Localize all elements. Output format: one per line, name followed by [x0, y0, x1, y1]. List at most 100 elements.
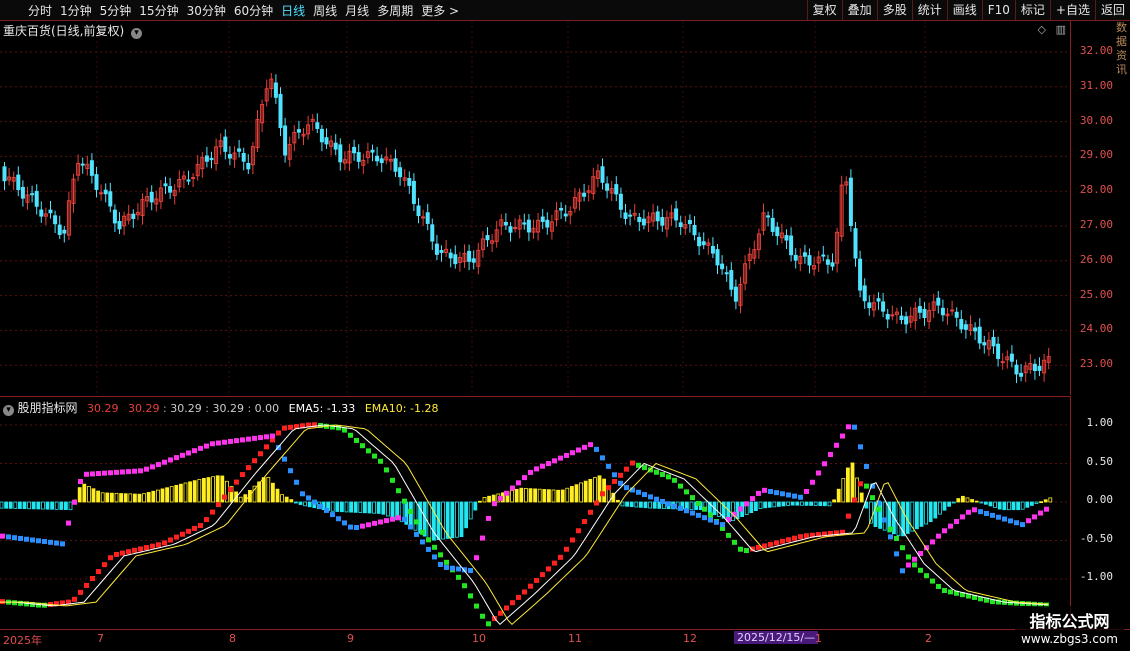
- candle-body: [315, 122, 320, 129]
- signal-dot: [96, 471, 101, 477]
- histogram-bar: [372, 501, 377, 514]
- signal-dot: [480, 535, 485, 541]
- oscillator-dot: [792, 535, 797, 541]
- candle-body: [766, 215, 771, 218]
- histogram-bar: [823, 501, 827, 507]
- candle-body: [687, 219, 692, 225]
- main-y-axis: 32.00 31.00 30.00 29.00 28.00 27.00 26.00 25.00…: [1070, 21, 1117, 395]
- indicator-chart[interactable]: ▾ 股朋指标网 30.29 30.29 : 30.29 : 30.29 : 0.…: [0, 396, 1070, 630]
- histogram-bar: [211, 476, 216, 503]
- signal-dot: [954, 519, 959, 525]
- histogram-bar: [275, 488, 280, 503]
- toolbar-button-4[interactable]: 画线: [946, 0, 982, 20]
- candle-body: [99, 192, 104, 195]
- tab-2[interactable]: 5分钟: [96, 2, 136, 19]
- signal-dot: [564, 452, 569, 458]
- histogram-bar: [915, 501, 919, 530]
- tab-3[interactable]: 15分钟: [135, 2, 182, 19]
- signal-dot: [1038, 510, 1043, 516]
- toolbar-button-8[interactable]: 返回: [1094, 0, 1130, 20]
- signal-dot: [774, 490, 779, 496]
- tab-0[interactable]: 分时: [24, 2, 56, 19]
- toolbar-button-6[interactable]: 标记: [1014, 0, 1050, 20]
- oscillator-dot: [768, 541, 773, 547]
- toolbar-button-1[interactable]: 叠加: [841, 0, 877, 20]
- period-tabs: 分时 1分钟 5分钟 15分钟 30分钟 60分钟 日线 周线 月线 多周期 更多 >: [0, 2, 463, 19]
- signal-dot: [996, 514, 1001, 520]
- signal-dot: [546, 461, 551, 467]
- histogram-bar: [625, 501, 629, 507]
- oscillator-dot: [246, 465, 251, 471]
- tab-6[interactable]: 日线: [277, 2, 309, 19]
- tab-8[interactable]: 月线: [341, 2, 373, 19]
- histogram-bar: [841, 478, 846, 503]
- histogram-bar: [542, 489, 547, 503]
- candle-body: [641, 218, 646, 226]
- candlestick-plot[interactable]: [0, 21, 1070, 395]
- oscillator-dot: [444, 559, 449, 565]
- oscillator-dot: [522, 589, 527, 595]
- histogram-bar: [128, 493, 133, 503]
- oscillator-dot: [708, 512, 713, 518]
- histogram-bar: [616, 499, 620, 503]
- tab-9[interactable]: 多周期: [373, 2, 417, 19]
- toolbar-button-7[interactable]: +自选: [1049, 0, 1095, 20]
- x-label: 12: [683, 632, 697, 645]
- side-info-panel[interactable]: 数据资讯: [1116, 21, 1130, 629]
- histogram-bar: [8, 501, 13, 509]
- signal-dot: [1020, 522, 1025, 528]
- candle-body: [807, 255, 812, 266]
- toolbar-button-2[interactable]: 多股: [876, 0, 912, 20]
- histogram-bar: [192, 480, 197, 503]
- histogram-bar: [574, 484, 579, 503]
- signal-dot: [978, 509, 983, 515]
- histogram-bar: [1043, 499, 1048, 503]
- y-label: 26.00: [1079, 252, 1113, 266]
- candle-body: [917, 306, 922, 313]
- oscillator-dot: [738, 546, 743, 552]
- candle-body: [582, 192, 587, 197]
- tab-10[interactable]: 更多 >: [417, 2, 463, 19]
- candle-body: [697, 236, 702, 247]
- candle-body: [600, 166, 605, 183]
- diamond-icon[interactable]: ◇: [1038, 23, 1046, 36]
- indicator-value-3: 30.29: [170, 402, 202, 415]
- histogram-bar: [215, 475, 220, 503]
- signal-dot: [120, 469, 125, 475]
- toolbar-button-0[interactable]: 复权: [806, 0, 842, 20]
- tab-7[interactable]: 周线: [309, 2, 341, 19]
- signal-dot: [282, 456, 287, 462]
- signal-dot: [330, 512, 335, 518]
- histogram-bar: [464, 501, 469, 529]
- candle-body: [338, 144, 343, 163]
- oscillator-dot: [276, 430, 281, 436]
- signal-dot: [354, 525, 359, 531]
- histogram-bar: [353, 501, 358, 513]
- candle-body: [954, 311, 959, 318]
- tab-5[interactable]: 60分钟: [230, 2, 277, 19]
- tab-1[interactable]: 1分钟: [56, 2, 96, 19]
- oscillator-dot: [630, 460, 635, 466]
- title-dropdown-icon[interactable]: ▾: [131, 28, 143, 39]
- signal-dot: [456, 566, 461, 572]
- oscillator-dot: [390, 477, 395, 483]
- signal-dot: [642, 492, 647, 498]
- signal-dot: [48, 539, 53, 545]
- candle-body: [950, 309, 955, 312]
- signal-dot: [72, 499, 77, 505]
- y-label: 31.00: [1079, 78, 1113, 92]
- candle-body: [715, 249, 720, 266]
- main-candlestick-chart[interactable]: 重庆百货(日线,前复权) ▾ ◇ ▥: [0, 21, 1070, 395]
- candle-body: [356, 152, 361, 162]
- tab-4[interactable]: 30分钟: [183, 2, 230, 19]
- toolbar-button-5[interactable]: F10: [981, 0, 1015, 20]
- histogram-bar: [413, 501, 418, 531]
- panel-settings-icon[interactable]: ▥: [1056, 23, 1066, 36]
- indicator-plot[interactable]: [0, 397, 1070, 630]
- signal-dot: [294, 479, 299, 485]
- toolbar-button-3[interactable]: 统计: [911, 0, 947, 20]
- candle-body: [559, 207, 564, 211]
- oscillator-dot: [84, 582, 89, 588]
- indicator-dropdown-icon[interactable]: ▾: [3, 405, 14, 416]
- histogram-bar: [454, 501, 459, 538]
